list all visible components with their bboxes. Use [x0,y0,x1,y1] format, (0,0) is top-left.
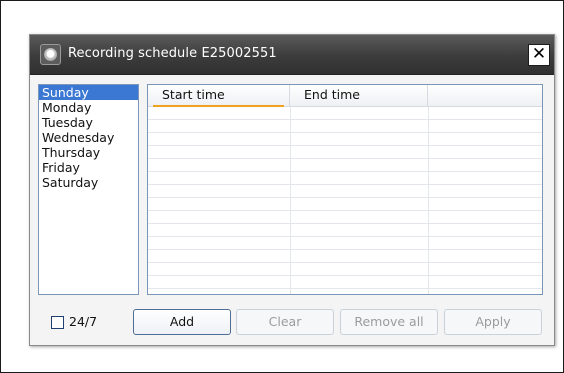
table-column-divider [428,107,429,294]
apply-button[interactable]: Apply [444,309,542,335]
table-row[interactable] [148,198,542,211]
table-row[interactable] [148,237,542,250]
close-icon: ✕ [531,44,547,64]
table-row[interactable] [148,185,542,198]
add-button[interactable]: Add [133,309,231,335]
day-item-sunday[interactable]: Sunday [39,85,138,100]
remove-all-button[interactable]: Remove all [340,309,438,335]
table-row[interactable] [148,107,542,120]
day-item-wednesday[interactable]: Wednesday [39,130,138,145]
schedule-table[interactable]: Start time End time [147,84,543,295]
table-row[interactable] [148,263,542,276]
table-row[interactable] [148,172,542,185]
day-item-saturday[interactable]: Saturday [39,175,138,190]
table-header: Start time End time [148,85,542,107]
table-row[interactable] [148,211,542,224]
table-row[interactable] [148,146,542,159]
always-recording-label: 24/7 [69,314,98,329]
day-list[interactable]: Sunday Monday Tuesday Wednesday Thursday… [38,84,139,295]
table-row[interactable] [148,250,542,263]
table-column-divider [290,107,291,294]
day-item-thursday[interactable]: Thursday [39,145,138,160]
recording-schedule-dialog: Recording schedule E25002551 ✕ Sunday Mo… [29,34,555,346]
always-recording-checkbox[interactable] [51,316,64,329]
table-row[interactable] [148,159,542,172]
app-camera-icon [40,44,61,65]
table-row[interactable] [148,120,542,133]
column-header-end-time[interactable]: End time [290,85,428,106]
day-item-monday[interactable]: Monday [39,100,138,115]
clear-button[interactable]: Clear [236,309,334,335]
close-button[interactable]: ✕ [528,44,550,66]
day-item-friday[interactable]: Friday [39,160,138,175]
table-row[interactable] [148,276,542,289]
title-bar[interactable]: Recording schedule E25002551 ✕ [30,35,554,75]
dialog-title: Recording schedule E25002551 [68,46,277,61]
table-row[interactable] [148,224,542,237]
table-row[interactable] [148,133,542,146]
day-item-tuesday[interactable]: Tuesday [39,115,138,130]
column-header-start-time[interactable]: Start time [148,85,290,107]
